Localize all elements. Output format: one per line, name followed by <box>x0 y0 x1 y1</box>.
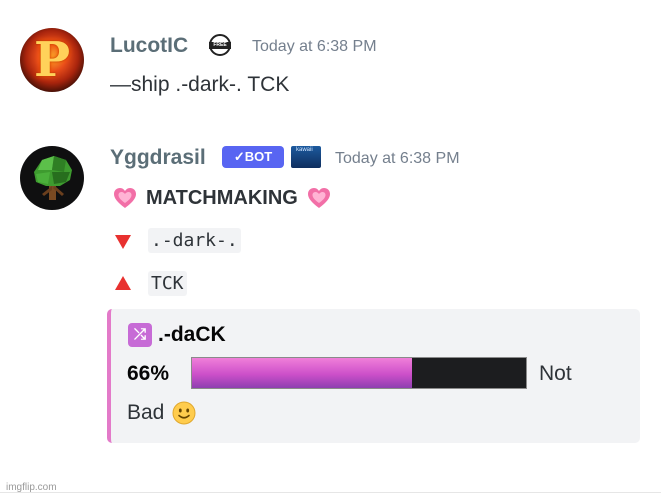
message-timestamp[interactable]: Today at 6:38 PM <box>335 150 460 168</box>
rating-line: Bad <box>127 401 196 425</box>
yggdrasil-badge-text: kawaii <box>296 147 313 153</box>
sparkling-heart-icon <box>307 188 330 208</box>
rating-text-bad: Bad <box>127 401 165 424</box>
embed-title: ⤮ .-daCK <box>128 323 226 347</box>
tree-icon <box>34 156 72 200</box>
user-up-name: TCK <box>148 271 187 296</box>
bot-tag: ✓BOT <box>222 146 284 168</box>
message-content: —ship .-dark-. TCK <box>110 73 290 96</box>
free-badge-icon: FREE <box>209 34 231 56</box>
red-triangle-up-icon <box>115 275 131 290</box>
match-progress-bar <box>191 357 527 389</box>
ship-name: .-daCK <box>158 323 226 346</box>
avatar-yggdrasil[interactable] <box>20 146 84 210</box>
imgflip-watermark: imgflip.com <box>6 482 57 493</box>
shuffle-icon: ⤮ <box>128 323 152 347</box>
author-name-lucotic[interactable]: LucotIC <box>110 34 188 58</box>
user-down-name: .-dark-. <box>148 228 241 253</box>
red-triangle-down-icon <box>115 234 131 249</box>
free-badge-text: FREE <box>209 42 231 49</box>
sparkling-heart-icon <box>114 188 136 208</box>
match-percent: 66% <box>127 362 170 385</box>
slightly-smiling-face-icon <box>172 401 196 425</box>
author-name-yggdrasil[interactable]: Yggdrasil <box>110 146 206 170</box>
match-progress-fill <box>192 358 413 388</box>
footer-divider <box>0 492 661 493</box>
user-up-row: TCK <box>112 271 187 296</box>
user-down-row: .-dark-. <box>112 228 241 253</box>
matchmaking-label: MATCHMAKING <box>146 186 298 209</box>
avatar-letter: P <box>33 32 71 88</box>
match-embed: ⤮ .-daCK 66% Not Bad <box>107 309 640 443</box>
matchmaking-title: MATCHMAKING <box>112 183 332 213</box>
message-timestamp[interactable]: Today at 6:38 PM <box>252 38 377 56</box>
yggdrasil-badge-icon: kawaii <box>291 146 321 168</box>
rating-text-not: Not <box>539 362 572 385</box>
avatar-lucotic[interactable]: P <box>20 28 84 92</box>
